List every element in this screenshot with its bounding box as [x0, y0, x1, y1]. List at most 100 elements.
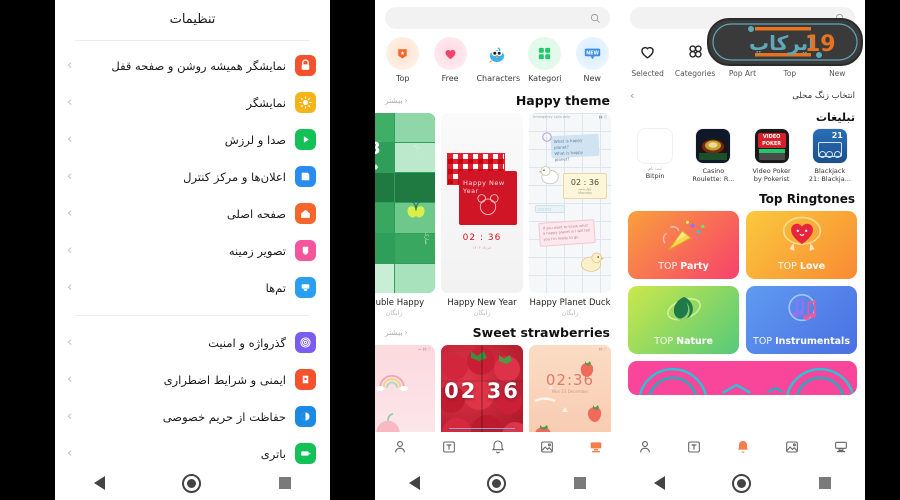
- recents-square-icon[interactable]: [574, 477, 587, 489]
- ringtone-category-label: New: [829, 69, 846, 78]
- theme-name: Happy Planet Duck: [529, 298, 611, 308]
- nav-item[interactable]: [784, 439, 800, 459]
- home-circle-icon[interactable]: [182, 473, 202, 493]
- watermark-logo: ایرکاپ 19: [707, 18, 863, 66]
- theme-category-top[interactable]: Top: [382, 37, 424, 83]
- theme-card[interactable]: Happy New Year 02 : 36 خرداد ۱۴۰۲ Happy New…: [441, 113, 523, 317]
- ad-thumbnail: [637, 128, 674, 164]
- chevron-left-icon: ‹: [66, 372, 73, 387]
- ringtone-tile-label: TOP Party: [628, 261, 739, 272]
- settings-row-label: گذرواژه و امنیت: [208, 335, 286, 350]
- nav-item[interactable]: [539, 439, 555, 459]
- panel-gap: [330, 0, 375, 500]
- theme-category-new[interactable]: NEW New: [571, 37, 613, 83]
- nav-item[interactable]: [637, 439, 653, 459]
- ringtone-category-label: Categories: [674, 69, 716, 78]
- person-icon[interactable]: [392, 439, 408, 455]
- ringtone-tile-top: TOP: [777, 261, 797, 273]
- home-circle-icon[interactable]: [732, 473, 752, 493]
- privacy-icon: [295, 406, 316, 427]
- settings-row-0-5[interactable]: تصویر زمینه ‹: [55, 232, 330, 269]
- nav-item[interactable]: [686, 439, 702, 459]
- person-icon[interactable]: [637, 439, 653, 455]
- settings-row-0-0[interactable]: نمایشگر همیشه روشن و صفحه قفل ‹: [55, 47, 330, 84]
- theme-icon[interactable]: [588, 439, 604, 455]
- brightness-icon: [295, 92, 316, 113]
- system-nav-bar: [620, 466, 865, 500]
- image-icon[interactable]: [784, 439, 800, 455]
- ringtone-tile-name: Nature: [676, 336, 713, 348]
- notification-icon: [295, 166, 316, 187]
- system-nav-bar: [375, 466, 620, 500]
- chevron-left-icon: ‹: [66, 169, 73, 184]
- theme-category-characters[interactable]: Characters: [476, 37, 521, 83]
- settings-row-1-0[interactable]: گذرواژه و امنیت ‹: [55, 324, 330, 361]
- chevron-left-icon: ‹: [66, 58, 73, 73]
- ringtone-category-label: Selected: [631, 69, 664, 78]
- image-icon[interactable]: [539, 439, 555, 455]
- ringtone-tile[interactable]: TOP Instrumentals: [746, 286, 857, 355]
- theme-price: رایگان: [561, 309, 579, 317]
- back-triangle-icon[interactable]: [653, 476, 665, 490]
- settings-row-label: نمایشگر همیشه روشن و صفحه قفل: [111, 58, 286, 73]
- theme-icon[interactable]: [833, 439, 849, 455]
- theme-category-kategori[interactable]: Kategori: [524, 37, 566, 83]
- bottom-nav-ringtones: [620, 432, 865, 466]
- theme-category-label: Characters: [476, 74, 521, 83]
- ringtone-category-selected[interactable]: Selected: [627, 38, 669, 78]
- lock-icon: [295, 55, 316, 76]
- ad-item[interactable]: ثبت نام Bitpin: [631, 128, 679, 183]
- local-ringtone-row[interactable]: ‹ انتخاب زنگ محلی: [620, 82, 865, 106]
- section-header-happy: ‹ بیشتر Happy theme: [375, 85, 620, 113]
- ringtone-tile[interactable]: TOP Party: [628, 211, 739, 280]
- ad-item[interactable]: 21 Blackjack 21: Blackja...: [806, 128, 854, 183]
- recents-square-icon[interactable]: [819, 477, 832, 489]
- bell-icon[interactable]: [490, 439, 506, 455]
- back-triangle-icon[interactable]: [93, 476, 105, 490]
- ad-thumbnail: 21: [811, 128, 848, 164]
- ad-item[interactable]: Casino Roulette: R...: [689, 128, 737, 183]
- settings-row-0-3[interactable]: اعلان‌ها و مرکز کنترل ‹: [55, 158, 330, 195]
- more-link-happy[interactable]: ‹ بیشتر: [385, 96, 407, 105]
- theme-card[interactable]: Emergency calls only ▮▮ ◰ What is happy pl…: [529, 113, 611, 317]
- nav-item[interactable]: [588, 439, 604, 459]
- chevron-left-icon: ‹: [66, 243, 73, 258]
- safety-icon: [295, 369, 316, 390]
- settings-row-label: صفحه اصلی: [226, 206, 286, 221]
- chevron-left-icon: ‹: [404, 328, 408, 337]
- home-circle-icon[interactable]: [487, 473, 507, 493]
- ad-item[interactable]: VIDEO POKER Video Poker by Pokerist: [748, 128, 796, 183]
- recents-square-icon[interactable]: [279, 477, 292, 489]
- local-ringtone-label: انتخاب زنگ محلی: [792, 90, 855, 101]
- settings-row-0-4[interactable]: صفحه اصلی ‹: [55, 195, 330, 232]
- bird-icon: [480, 37, 514, 70]
- theme-thumbnail: Happy New Year 02 : 36 خرداد ۱۴۰۲: [441, 113, 523, 293]
- text-icon[interactable]: [441, 439, 457, 455]
- search-icon: [591, 13, 600, 23]
- settings-row-0-6[interactable]: تم‌ها ‹: [55, 269, 330, 306]
- ringtone-tile[interactable]: [628, 361, 857, 396]
- settings-row-0-1[interactable]: نمایشگر ‹: [55, 84, 330, 121]
- ringtone-tile[interactable]: TOP Nature: [628, 286, 739, 355]
- ringtone-tile[interactable]: TOP Love: [746, 211, 857, 280]
- nav-item[interactable]: [735, 439, 751, 459]
- settings-row-0-2[interactable]: صدا و لرزش ‹: [55, 121, 330, 158]
- theme-card[interactable]: 23:47 ♦مبارک Double Happyرایگان: [375, 113, 435, 317]
- bell-icon[interactable]: [735, 439, 751, 455]
- fingerprint-icon: [295, 332, 316, 353]
- text-icon[interactable]: [686, 439, 702, 455]
- right-margin: [865, 0, 900, 500]
- theme-category-free[interactable]: Free: [429, 37, 471, 83]
- nav-item[interactable]: [392, 439, 408, 459]
- search-bar[interactable]: [385, 7, 610, 29]
- settings-row-1-2[interactable]: حفاظت از حریم خصوصی ‹: [55, 398, 330, 435]
- nav-item[interactable]: [833, 439, 849, 459]
- back-triangle-icon[interactable]: [408, 476, 420, 490]
- themes-icon: [295, 277, 316, 298]
- ringtone-tile-top: TOP: [658, 261, 678, 273]
- nav-item[interactable]: [441, 439, 457, 459]
- nav-item[interactable]: [490, 439, 506, 459]
- settings-row-1-1[interactable]: ایمنی و شرایط اضطراری ‹: [55, 361, 330, 398]
- ads-row: ثبت نام Bitpin Casino Roulette: R... VIDEO PO…: [620, 128, 865, 183]
- more-link-strawberries[interactable]: ‹ بیشتر: [385, 328, 407, 337]
